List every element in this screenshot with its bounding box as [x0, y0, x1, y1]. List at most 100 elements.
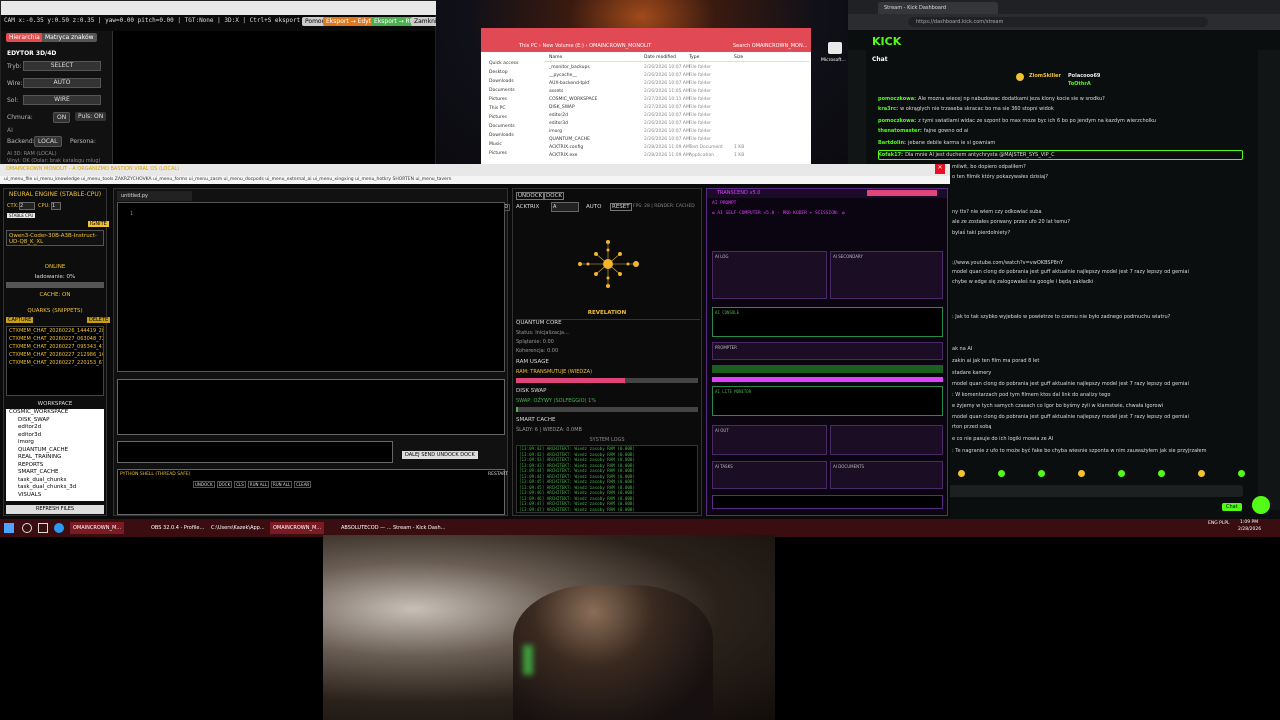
emote-icon[interactable] — [1238, 470, 1245, 477]
ai-action-strip[interactable] — [712, 377, 943, 382]
delete-button[interactable]: DELETE — [87, 317, 111, 323]
ai-lite-monitor[interactable]: AI LITE MONITOR — [712, 386, 943, 416]
explorer-sidebar-item[interactable]: Documents — [489, 88, 515, 93]
explorer-file-name[interactable]: QUANTUM_CACHE — [549, 137, 590, 142]
sol-select[interactable]: WIRE — [23, 95, 101, 105]
workspace-item[interactable]: SMART_CACHE — [6, 469, 104, 477]
ai-right-cell[interactable] — [830, 425, 943, 455]
explorer-file-name[interactable]: _monitor_backups — [549, 65, 590, 70]
explorer-sidebar-item[interactable]: Quick access — [489, 61, 518, 66]
auto-checkbox[interactable]: AUTO — [586, 204, 601, 210]
explorer-sidebar-item[interactable]: Pictures — [489, 115, 507, 120]
snap-value[interactable]: ON — [53, 112, 71, 123]
ai-prompter[interactable]: PROMPTER — [712, 342, 943, 360]
ctx-input[interactable]: 2 — [19, 202, 35, 210]
explorer-file-name[interactable]: imorg — [549, 129, 562, 134]
col-date[interactable]: Date modified — [644, 55, 676, 60]
workspace-item[interactable]: COSMIC_WORKSPACE — [6, 409, 104, 417]
emote-icon[interactable] — [1118, 470, 1125, 477]
workspace-tree[interactable]: COSMIC_WORKSPACE DISK_SWAP editor2d editor3… — [6, 409, 104, 501]
emote-icon[interactable] — [958, 470, 965, 477]
quark-item[interactable]: CTXMEM_CHAT_20260227_212986_162111 — [7, 351, 103, 359]
ai-documents-cell[interactable]: AI DOCUMENTS — [830, 461, 943, 489]
shell-toolbar-button[interactable]: RUN ALL — [247, 481, 269, 488]
search-icon[interactable] — [22, 523, 32, 533]
system-logs[interactable]: [13:09:42] ARCHITEKT: Wiedz zasoby RAM (… — [516, 445, 698, 513]
ai-top-buttons[interactable] — [867, 190, 937, 196]
ai-tasks-cell[interactable]: AI TASKS — [712, 461, 827, 489]
task-view-icon[interactable] — [38, 523, 48, 533]
explorer-file-name[interactable]: ACKTRIX.config — [549, 145, 583, 150]
main-close-icon[interactable]: ✕ — [935, 164, 945, 174]
emote-icon[interactable] — [1158, 470, 1165, 477]
quark-item[interactable]: CTXMEM_CHAT_20260227_220153_679154 — [7, 359, 103, 367]
explorer-sidebar-item[interactable]: Desktop — [489, 70, 508, 75]
explorer-file-name[interactable]: __pycache__ — [549, 73, 577, 78]
model-select[interactable]: Qwen3-Coder-30B-A3B-Instruct-UD-Q8_K_XL — [6, 230, 104, 246]
ai-input[interactable] — [712, 495, 943, 509]
browser-tab[interactable]: Stream - Kick Dashboard — [878, 2, 998, 14]
quantum-undock[interactable]: UNDOCK — [516, 192, 545, 200]
workspace-item[interactable]: imorg — [6, 439, 104, 447]
explorer-file-name[interactable]: assets — [549, 89, 563, 94]
acktrix-select[interactable]: A — [551, 202, 579, 212]
clock-time[interactable]: 1:09 PM — [1240, 520, 1258, 525]
explorer-file-name[interactable]: AUX-backend-tpkf — [549, 81, 589, 86]
explorer-file-name[interactable]: DISK_SWAP — [549, 105, 575, 110]
python-shell[interactable]: PYTHON SHELL (THREAD SAFE) UNDOCK DOCK CLS… — [117, 469, 508, 515]
chat-send-button[interactable]: Chat — [1222, 503, 1242, 511]
workspace-item[interactable]: REPORTS — [6, 462, 104, 470]
workspace-item[interactable]: VISUALS — [6, 492, 104, 500]
workspace-item[interactable]: QUANTUM_CACHE — [6, 447, 104, 455]
mode-select[interactable]: SELECT — [23, 61, 101, 71]
shell-toolbar-button[interactable]: DOCK — [216, 481, 233, 488]
shell-toolbar-button[interactable]: CLS — [234, 481, 246, 488]
ai-log-cell[interactable]: AI LOG — [712, 251, 827, 299]
ai-console[interactable]: AI CONSOLE — [712, 307, 943, 337]
explorer-sidebar-item[interactable]: Pictures — [489, 151, 507, 156]
workspace-item[interactable]: editor2d — [6, 424, 104, 432]
clock-date[interactable]: 2/28/2026 — [1238, 527, 1261, 532]
code-textarea[interactable]: 1 — [117, 202, 505, 372]
workspace-item[interactable]: editor3d — [6, 432, 104, 440]
emote-icon[interactable] — [1038, 470, 1045, 477]
explorer-breadcrumb[interactable]: This PC › New Volume (E:) › OMAINCROWN_M… — [519, 43, 651, 49]
chat-username[interactable]: pomoczkowa: — [878, 118, 916, 124]
kick-logo[interactable]: KICK — [872, 35, 901, 48]
tab-hierarchy[interactable]: Hierarchia — [6, 33, 43, 42]
pulse-toggle[interactable]: Puls: ON — [75, 112, 107, 121]
kick-action-icon[interactable] — [1252, 496, 1270, 514]
cpu-input[interactable]: 1 — [51, 202, 61, 210]
emote-icon[interactable] — [1078, 470, 1085, 477]
refresh-files-button[interactable]: REFRESH FILES — [6, 505, 104, 514]
explorer-sidebar-item[interactable]: Downloads — [489, 79, 514, 84]
language-indicator[interactable]: ENG PLPL — [1208, 521, 1230, 526]
quantum-dock[interactable]: DOCK — [544, 192, 565, 200]
explorer-file-name[interactable]: editor2d — [549, 113, 568, 118]
explorer-file-name[interactable]: editor3d — [549, 121, 568, 126]
reset-button[interactable]: RESET — [610, 203, 632, 211]
taskbar-app[interactable]: C:\Users\Kazek\App... — [208, 522, 268, 534]
edge-icon[interactable] — [54, 523, 64, 533]
ai-out-cell[interactable]: AI OUT — [712, 425, 827, 455]
quark-item[interactable]: CTXMEM_CHAT_20260227_063048_722949 — [7, 335, 103, 343]
tab-char-matrix[interactable]: Matryca znaków — [42, 33, 97, 42]
main-menubar[interactable]: ui_menu_file ui_menu_knowledge ui_menu_t… — [0, 176, 950, 184]
explorer-sidebar-item[interactable]: This PC — [489, 106, 505, 111]
col-name[interactable]: Name — [549, 55, 562, 60]
emote-icon[interactable] — [998, 470, 1005, 477]
shell-toolbar-button[interactable]: CLEAR — [294, 481, 312, 488]
acktrix-label[interactable]: ACKTRIX — [516, 204, 539, 210]
desktop-file-icon[interactable] — [828, 42, 842, 54]
explorer-search[interactable]: Search OMAINCROWN_MON... — [733, 43, 808, 49]
col-size[interactable]: Size — [734, 55, 743, 60]
send-buttons[interactable]: DALEJ SEND UNDOCK DOCK — [402, 451, 478, 459]
chat-username[interactable]: kra3rc: — [878, 106, 898, 112]
explorer-sidebar-item[interactable]: Pictures — [489, 97, 507, 102]
url-field[interactable]: https://dashboard.kick.com/stream — [908, 17, 1208, 27]
prompt-input[interactable] — [117, 441, 393, 463]
start-icon[interactable] — [4, 523, 14, 533]
taskbar-app[interactable]: OMAINCROWN_M... — [70, 522, 125, 534]
workspace-item[interactable]: DISK_SWAP — [6, 417, 104, 425]
editor-tab[interactable]: untitled.py — [117, 191, 192, 201]
